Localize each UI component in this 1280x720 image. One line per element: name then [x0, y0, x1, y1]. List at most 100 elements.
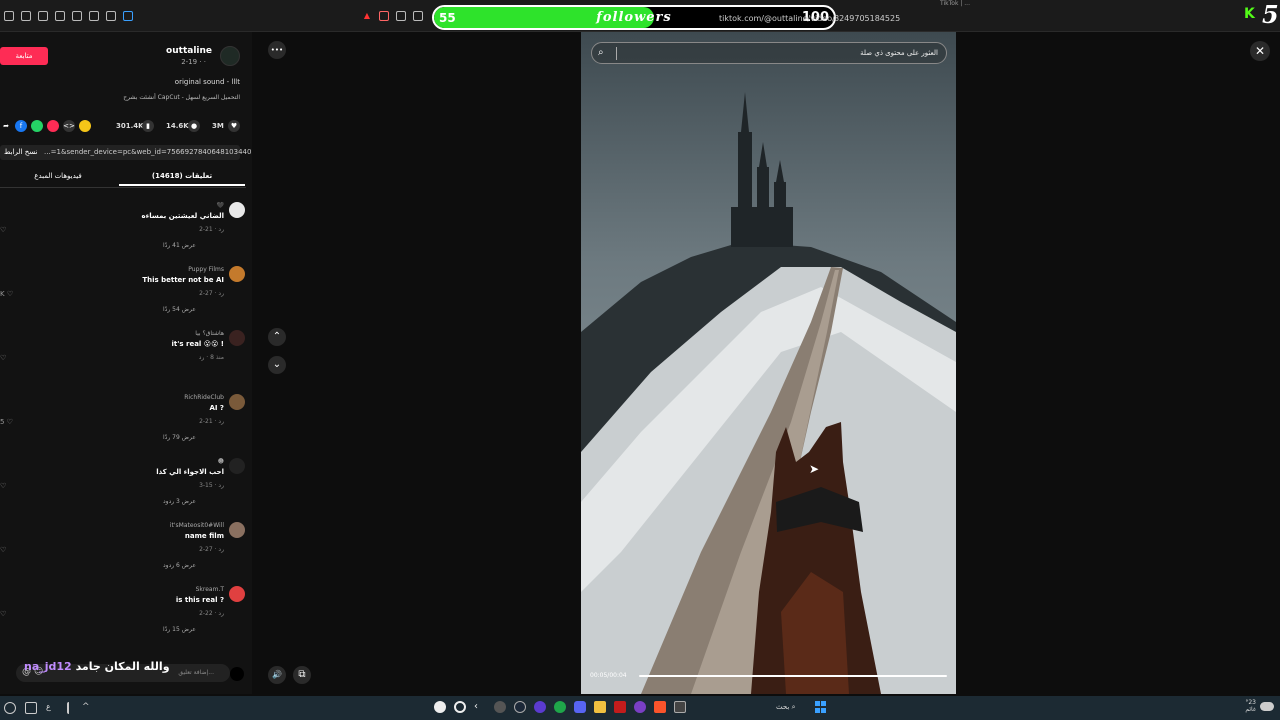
- video-search-bar[interactable]: ⌕ العثور على محتوى ذي صلة: [591, 42, 947, 64]
- note-icon[interactable]: [55, 11, 65, 21]
- commenter-avatar[interactable]: [229, 266, 245, 282]
- telegram-icon[interactable]: [47, 120, 59, 132]
- capcut-credit[interactable]: أنشئت بشرح CapCut - التحميل السريع لسهل: [60, 94, 240, 101]
- tab-creator-videos[interactable]: فيديوهات المبدع: [0, 172, 116, 180]
- commenter-avatar[interactable]: [229, 202, 245, 218]
- radio-icon[interactable]: [123, 11, 133, 21]
- comment-like-icon[interactable]: 5 ♡: [0, 418, 13, 426]
- chevron-up-icon[interactable]: ^: [82, 702, 94, 714]
- copy-link-button[interactable]: نسخ الرابط: [4, 148, 37, 156]
- comment-text: is this real ?: [175, 596, 224, 604]
- app-purple-icon[interactable]: [534, 701, 546, 713]
- commenter-name[interactable]: it'sMateosit0#Will: [170, 522, 224, 529]
- mic-icon[interactable]: [67, 702, 73, 714]
- previous-video-button[interactable]: ⌃: [268, 328, 286, 346]
- creator-avatar[interactable]: [220, 46, 240, 66]
- view-replies-button[interactable]: عرض 79 ردًا: [163, 434, 196, 441]
- back-app-icon[interactable]: ‹: [474, 701, 486, 713]
- address-bar-url[interactable]: tiktok.com/@outtaline/video/: [719, 14, 835, 23]
- comment-meta[interactable]: 2-21 · رد: [199, 226, 224, 233]
- folder-icon[interactable]: [594, 701, 606, 713]
- view-replies-button[interactable]: عرض 6 ردود: [163, 562, 196, 569]
- coin-icon[interactable]: [79, 120, 91, 132]
- share-icon[interactable]: [396, 11, 406, 21]
- language-indicator[interactable]: ع: [46, 702, 58, 714]
- calculator-icon[interactable]: [674, 701, 686, 713]
- embed-icon[interactable]: <>: [63, 120, 75, 132]
- comment-like-icon[interactable]: ♡: [0, 226, 6, 234]
- shield-icon[interactable]: [4, 11, 14, 21]
- creator-username[interactable]: outtaline: [150, 46, 212, 56]
- whatsapp-icon[interactable]: [31, 120, 43, 132]
- comment-meta[interactable]: 2-27 · رد: [199, 290, 224, 297]
- comment-meta[interactable]: 2-27 · رد: [199, 546, 224, 553]
- warning-icon[interactable]: ▲: [362, 11, 372, 21]
- share-link-text[interactable]: ...=1&sender_device=pc&web_id=7566927840…: [44, 148, 251, 156]
- share-arrow-icon[interactable]: ➦: [0, 120, 12, 132]
- comment-meta[interactable]: 2-21 · رد: [199, 418, 224, 425]
- obs-icon[interactable]: [434, 701, 446, 713]
- comment-meta[interactable]: 3-15 · رد: [199, 482, 224, 489]
- commenter-name[interactable]: ☻: [218, 458, 224, 465]
- heart-icon[interactable]: ♥: [228, 120, 240, 132]
- gear-icon[interactable]: [4, 702, 16, 714]
- acrobat-icon[interactable]: [614, 701, 626, 713]
- comment-like-icon[interactable]: ♡: [0, 482, 6, 490]
- facebook-icon[interactable]: f: [15, 120, 27, 132]
- taskbar-search[interactable]: بحث ⌕: [776, 703, 796, 712]
- commenter-name[interactable]: 🖤: [217, 202, 224, 209]
- chrome-icon[interactable]: [494, 701, 506, 713]
- video-progress-bar[interactable]: [639, 675, 947, 677]
- discord-icon[interactable]: [574, 701, 586, 713]
- share-link-box: نسخ الرابط ...=1&sender_device=pc&web_id…: [0, 145, 251, 160]
- next-video-button[interactable]: ⌄: [268, 356, 286, 374]
- windows-start-icon[interactable]: [815, 701, 827, 713]
- commenter-name[interactable]: Puppy Films: [188, 266, 224, 273]
- bookmark-icon[interactable]: ▮: [142, 120, 154, 132]
- view-replies-button[interactable]: عرض 41 ردًا: [163, 242, 196, 249]
- cloud-icon[interactable]: [1260, 702, 1274, 711]
- chrome-green-icon[interactable]: [554, 701, 566, 713]
- edit-icon[interactable]: [413, 11, 423, 21]
- puzzle-icon[interactable]: [106, 11, 116, 21]
- weather-widget[interactable]: °23 غائم: [1238, 699, 1256, 713]
- tab-icon[interactable]: [38, 11, 48, 21]
- close-button[interactable]: ✕: [1250, 41, 1270, 61]
- comment-meta[interactable]: 2-22 · رد: [199, 610, 224, 617]
- commenter-avatar[interactable]: [229, 458, 245, 474]
- view-replies-button[interactable]: عرض 15 ردًا: [163, 626, 196, 633]
- commenter-name[interactable]: هاشتاق؟ بيا: [195, 330, 224, 337]
- comment-like-icon[interactable]: ♡: [0, 354, 6, 362]
- steam-icon[interactable]: [514, 701, 526, 713]
- browser-tab[interactable]: TikTok | ...: [940, 0, 970, 7]
- commenter-avatar[interactable]: [229, 394, 245, 410]
- commenter-avatar[interactable]: [229, 586, 245, 602]
- comment-like-icon[interactable]: ♡: [0, 546, 6, 554]
- brave-icon[interactable]: [654, 701, 666, 713]
- tab-comments[interactable]: تعليقات (14618): [119, 168, 245, 186]
- volume-button[interactable]: 🔊: [268, 666, 286, 684]
- commenter-name[interactable]: Skream.T: [196, 586, 224, 593]
- music-icon[interactable]: [72, 11, 82, 21]
- comment-meta[interactable]: منذ 8 · رد: [199, 354, 224, 361]
- view-replies-button[interactable]: عرض 3 ردود: [163, 498, 196, 505]
- extension-icon[interactable]: [379, 11, 389, 21]
- comment-like-icon[interactable]: ♡: [0, 610, 6, 618]
- video-player[interactable]: ⌕ العثور على محتوى ذي صلة 00:05/00:04: [581, 32, 956, 694]
- comment-icon[interactable]: ●: [188, 120, 200, 132]
- sound-name[interactable]: original sound - lllt: [110, 78, 240, 86]
- follow-button[interactable]: متابعة: [0, 47, 48, 65]
- commenter-avatar[interactable]: [229, 522, 245, 538]
- window-icon[interactable]: [25, 702, 37, 714]
- comment-like-icon[interactable]: K ♡: [0, 290, 13, 298]
- more-options-button[interactable]: •••: [268, 41, 286, 59]
- commenter-avatar[interactable]: [229, 330, 245, 346]
- pip-button[interactable]: ⧉: [293, 666, 311, 684]
- view-replies-button[interactable]: عرض 54 ردًا: [163, 306, 196, 313]
- history-icon[interactable]: [21, 11, 31, 21]
- settings-app-icon[interactable]: [454, 701, 466, 713]
- post-comment-button[interactable]: [230, 667, 244, 681]
- app-purple2-icon[interactable]: [634, 701, 646, 713]
- commenter-name[interactable]: RichRideClub: [184, 394, 224, 401]
- box-icon[interactable]: [89, 11, 99, 21]
